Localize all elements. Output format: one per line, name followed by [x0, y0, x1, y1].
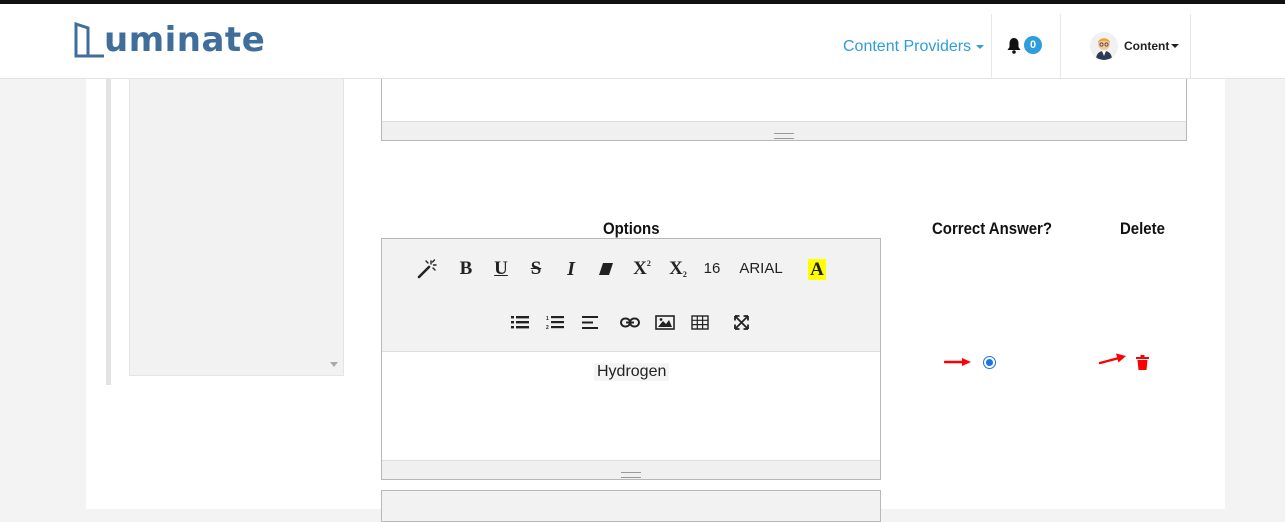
notification-count-badge: 0 [1024, 36, 1042, 54]
option-text: Hydrogen [594, 363, 670, 381]
next-option-editor[interactable] [381, 490, 881, 522]
bold-icon[interactable]: B [452, 257, 480, 281]
brand-logo[interactable]: uminate [74, 18, 265, 62]
eraser-icon[interactable] [592, 257, 620, 281]
trash-icon[interactable] [1136, 355, 1149, 370]
ordered-list-icon[interactable]: 12 [541, 310, 569, 334]
content-providers-menu[interactable]: Content Providers [843, 38, 985, 56]
user-menu[interactable]: Content [1090, 32, 1180, 60]
image-icon[interactable] [651, 310, 679, 334]
scroll-down-arrow-icon[interactable] [330, 362, 338, 367]
magic-wand-icon[interactable] [413, 257, 441, 281]
arrow-right-icon [1099, 353, 1126, 365]
highlight-color-icon[interactable]: A [803, 257, 831, 281]
grip-icon [774, 133, 794, 139]
table-icon[interactable] [686, 310, 714, 334]
user-avatar-icon [1090, 32, 1118, 60]
svg-text:1: 1 [546, 316, 549, 322]
correct-answer-radio[interactable] [983, 356, 996, 369]
editor-resize-handle[interactable] [382, 460, 880, 479]
font-family-select[interactable]: ARIAL [734, 256, 788, 280]
navbar: uminate Content Providers 0 Content [0, 4, 1285, 79]
question-editor[interactable] [381, 79, 1187, 141]
bell-icon [1007, 37, 1021, 54]
option-editor-body[interactable]: Hydrogen [382, 352, 880, 460]
fullscreen-icon[interactable] [727, 310, 755, 334]
editor-toolbar: B U S I X2 X2 16 ARIAL A 12 [382, 239, 880, 352]
delete-header: Delete [1120, 219, 1165, 238]
nav-divider [1190, 14, 1191, 78]
font-size-select[interactable]: 16 [697, 256, 727, 280]
left-panel[interactable] [129, 79, 344, 376]
unordered-list-icon[interactable] [506, 310, 534, 334]
italic-icon[interactable]: I [557, 257, 585, 281]
correct-answer-header: Correct Answer? [932, 219, 1052, 238]
chevron-down-icon [1171, 44, 1180, 48]
link-icon[interactable] [616, 310, 644, 334]
underline-icon[interactable]: U [487, 257, 515, 281]
editor-resize-handle[interactable] [382, 121, 1186, 140]
arrow-right-icon [944, 358, 971, 366]
content-providers-label: Content Providers [843, 38, 972, 55]
nav-divider [991, 14, 992, 78]
align-icon[interactable] [576, 310, 604, 334]
left-border [106, 79, 111, 385]
grip-icon [621, 472, 641, 478]
brand-name: uminate [104, 20, 266, 60]
chevron-down-icon [976, 44, 985, 49]
options-header: Options [603, 219, 660, 238]
avatar [1090, 32, 1118, 60]
superscript-icon[interactable]: X2 [628, 257, 656, 281]
subscript-icon[interactable]: X2 [664, 257, 692, 281]
nav-divider [1060, 14, 1061, 78]
option-editor[interactable]: B U S I X2 X2 16 ARIAL A 12 Hydrogen [381, 238, 881, 480]
user-name: Content [1124, 39, 1170, 53]
notifications-button[interactable]: 0 [1006, 36, 1042, 54]
strikethrough-icon[interactable]: S [522, 257, 550, 281]
svg-text:2: 2 [546, 325, 549, 330]
logo-mark-icon [74, 21, 104, 58]
